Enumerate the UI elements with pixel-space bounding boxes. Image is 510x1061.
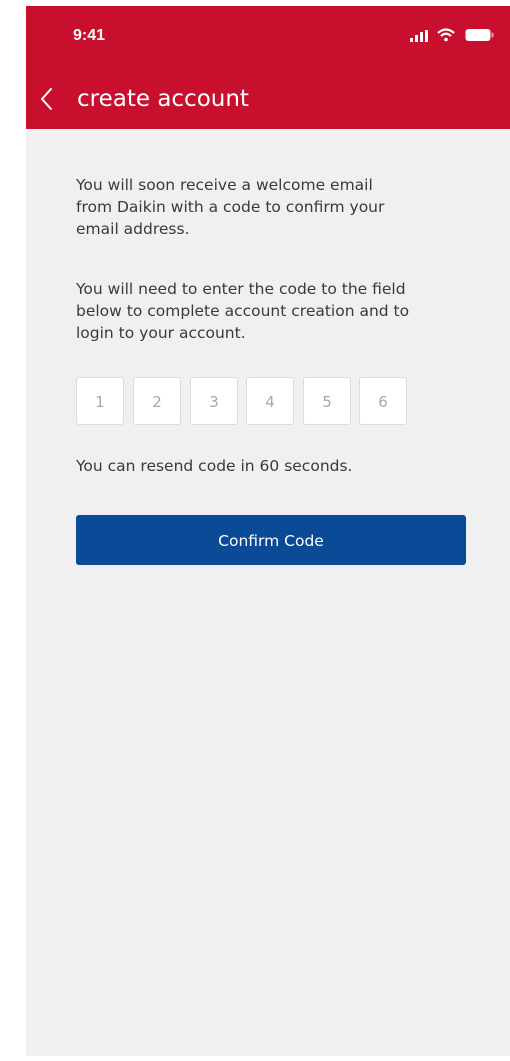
wifi-icon — [437, 28, 455, 42]
page-title: create account — [77, 86, 249, 112]
welcome-email-text: You will soon receive a welcome email fr… — [76, 176, 385, 238]
confirm-code-button[interactable]: Confirm Code — [76, 515, 466, 565]
resend-timer-text: You can resend code in 60 seconds. — [76, 457, 353, 475]
code-digit-3[interactable]: 3 — [190, 377, 238, 425]
code-digit-1[interactable]: 1 — [76, 377, 124, 425]
chevron-left-icon — [41, 88, 52, 110]
app-header: 9:41 create account — [26, 6, 510, 129]
instructions-text: You will need to enter the code to the f… — [76, 280, 410, 342]
code-digit-6[interactable]: 6 — [359, 377, 407, 425]
signal-icon — [410, 30, 428, 42]
code-digit-4[interactable]: 4 — [246, 377, 294, 425]
nav-bar: create account — [26, 76, 510, 121]
status-bar: 9:41 — [26, 6, 510, 62]
status-time: 9:41 — [73, 27, 106, 44]
back-button[interactable] — [36, 84, 62, 114]
code-digit-2[interactable]: 2 — [133, 377, 181, 425]
phone-screen: 9:41 create account You will soon receiv… — [26, 6, 510, 1056]
battery-icon — [465, 29, 494, 41]
status-icons — [410, 28, 500, 44]
code-digit-5[interactable]: 5 — [303, 377, 351, 425]
